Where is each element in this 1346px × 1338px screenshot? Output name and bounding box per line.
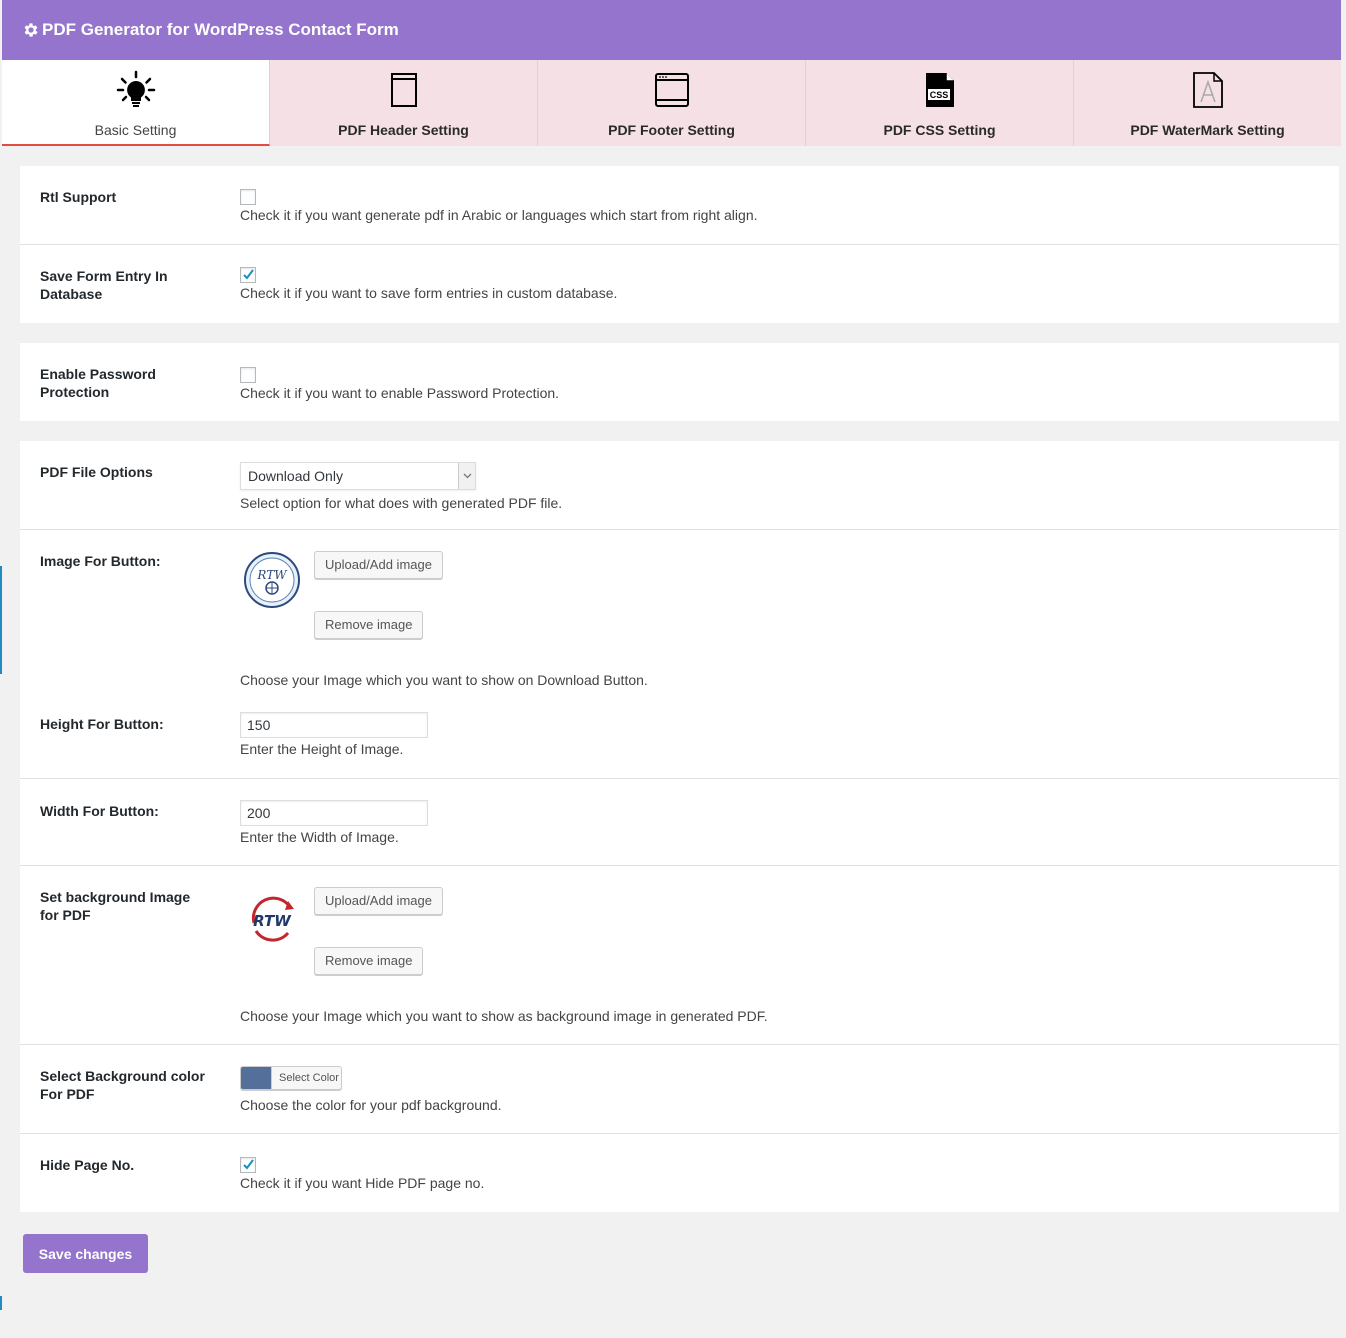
tab-pdf-footer-setting[interactable]: PDF Footer Setting: [538, 60, 806, 146]
browser-window-icon: [654, 73, 689, 107]
row-height-for-button: Height For Button: Enter the Height of I…: [20, 692, 1339, 779]
row-background-color: Select Background color For PDF Select C…: [20, 1045, 1339, 1134]
upload-image-button[interactable]: Upload/Add image: [314, 551, 443, 579]
field-label: Select Background color For PDF: [40, 1068, 205, 1102]
tab-pdf-watermark-setting[interactable]: PDF WaterMark Setting: [1074, 60, 1341, 146]
upload-background-button[interactable]: Upload/Add image: [314, 887, 443, 915]
field-label: Image For Button:: [40, 553, 161, 569]
row-hide-page-no: Hide Page No. Check it if you want Hide …: [20, 1134, 1339, 1212]
chevron-down-icon: [458, 463, 475, 489]
tab-label: PDF WaterMark Setting: [1130, 122, 1285, 138]
height-input[interactable]: [240, 712, 428, 738]
plugin-title: PDF Generator for WordPress Contact Form: [42, 20, 399, 39]
row-rtl-support: Rtl Support Check it if you want generat…: [20, 166, 1339, 245]
save-entry-checkbox[interactable]: [240, 267, 256, 283]
hide-page-checkbox[interactable]: [240, 1157, 256, 1173]
background-image-preview: RTW: [251, 896, 294, 942]
field-description: Enter the Height of Image.: [240, 741, 404, 757]
field-label: Save Form Entry In Database: [40, 268, 168, 302]
rtl-checkbox[interactable]: [240, 189, 256, 205]
settings-card: Enable Password Protection Check it if y…: [20, 343, 1339, 421]
field-description: Check it if you want to enable Password …: [240, 385, 560, 401]
color-swatch: [241, 1067, 271, 1089]
button-image-preview: RTW: [244, 552, 300, 608]
logo-text: RTW: [256, 568, 288, 582]
settings-tabs: Basic Setting PDF Header Setting PDF Foo…: [2, 60, 1341, 146]
pdf-file-options-select[interactable]: Download Only: [240, 462, 476, 490]
settings-card: Rtl Support Check it if you want generat…: [20, 166, 1339, 323]
tab-label: PDF Header Setting: [338, 122, 469, 138]
remove-background-button[interactable]: Remove image: [314, 947, 424, 975]
row-save-form-entry: Save Form Entry In Database Check it if …: [20, 245, 1339, 323]
svg-text:CSS: CSS: [929, 90, 948, 100]
select-color-button[interactable]: Select Color: [240, 1066, 342, 1090]
field-description: Choose your Image which you want to show…: [240, 672, 648, 688]
save-changes-button[interactable]: Save changes: [23, 1234, 148, 1273]
tab-label: Basic Setting: [94, 122, 177, 138]
field-label: Set background Image for PDF: [40, 889, 191, 923]
tab-label: PDF Footer Setting: [608, 122, 735, 138]
settings-form: Rtl Support Check it if you want generat…: [20, 166, 1339, 1212]
field-description: Select option for what does with generat…: [240, 495, 563, 511]
row-image-for-button: Image For Button: RTW Upload/Add image R…: [20, 530, 1339, 692]
plugin-header: PDF Generator for WordPress Contact Form: [2, 0, 1341, 60]
css-file-icon: CSS: [925, 73, 954, 107]
plugin-settings: PDF Generator for WordPress Contact Form…: [2, 0, 1341, 146]
field-label: Height For Button:: [40, 716, 164, 732]
gear-icon: [24, 23, 38, 37]
left-edge-bar: [0, 1296, 2, 1310]
tab-pdf-header-setting[interactable]: PDF Header Setting: [270, 60, 538, 146]
field-description: Choose your Image which you want to show…: [240, 1008, 768, 1024]
tab-pdf-css-setting[interactable]: CSS PDF CSS Setting: [806, 60, 1074, 146]
checkmark-icon: [243, 269, 254, 280]
field-label: Rtl Support: [40, 189, 117, 205]
left-edge-bar: [0, 566, 2, 674]
field-description: Check it if you want to save form entrie…: [240, 285, 618, 301]
lightbulb-icon: [116, 70, 155, 107]
select-value: Download Only: [248, 468, 343, 484]
field-label: Enable Password Protection: [40, 366, 156, 400]
tab-basic-setting[interactable]: Basic Setting: [2, 60, 270, 146]
row-password-protection: Enable Password Protection Check it if y…: [20, 343, 1339, 421]
row-width-for-button: Width For Button: Enter the Width of Ima…: [20, 779, 1339, 866]
field-description: Choose the color for your pdf background…: [240, 1097, 502, 1113]
password-checkbox[interactable]: [240, 367, 256, 383]
field-description: Check it if you want generate pdf in Ara…: [240, 207, 758, 223]
settings-card: PDF File Options Download Only Select op…: [20, 441, 1339, 1212]
logo-text: RTW: [253, 912, 292, 930]
width-input[interactable]: [240, 800, 428, 826]
row-background-image: Set background Image for PDF RTW Upload/…: [20, 866, 1339, 1045]
field-label: Hide Page No.: [40, 1157, 135, 1173]
field-description: Enter the Width of Image.: [240, 829, 399, 845]
field-label: PDF File Options: [40, 464, 153, 480]
remove-image-button[interactable]: Remove image: [314, 611, 424, 639]
watermark-file-icon: [1192, 72, 1223, 108]
checkmark-icon: [243, 1159, 254, 1170]
field-label: Width For Button:: [40, 803, 159, 819]
tab-label: PDF CSS Setting: [883, 122, 996, 138]
row-pdf-file-options: PDF File Options Download Only Select op…: [20, 441, 1339, 530]
document-icon: [390, 73, 417, 107]
select-color-label: Select Color: [271, 1067, 339, 1089]
field-description: Check it if you want Hide PDF page no.: [240, 1175, 485, 1191]
